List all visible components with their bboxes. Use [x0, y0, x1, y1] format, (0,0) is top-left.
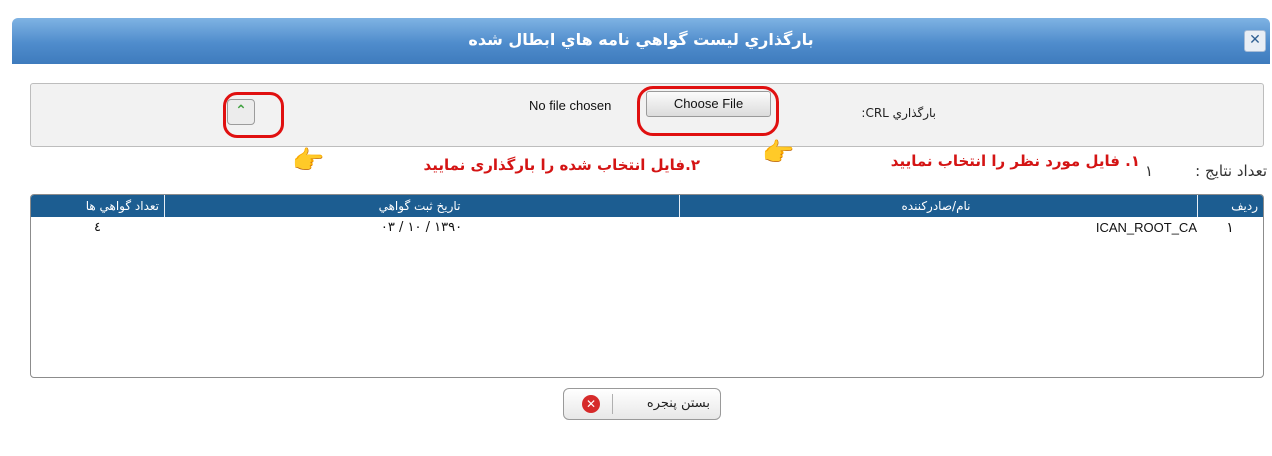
close-window-label: بستن پنجره: [646, 396, 710, 411]
dialog-titlebar[interactable]: بارگذاري ليست گواهي نامه هاي ابطال شده ✕: [12, 18, 1270, 64]
results-count-value: ١: [1144, 162, 1153, 180]
cell-index: ١: [1226, 220, 1234, 236]
highlight-choose-file: [637, 86, 779, 136]
column-header-date[interactable]: تاريخ ثبت گواهي: [164, 195, 679, 217]
column-header-count[interactable]: تعداد گواهي ها: [31, 195, 164, 217]
annotation-step-1: ۱. فایل مورد نظر را انتخاب نمایید: [890, 152, 1140, 170]
dialog: بارگذاري ليست گواهي نامه هاي ابطال شده ✕…: [0, 0, 1272, 456]
cell-date: ١٣٩٠ / ١٠ / ٠٣: [380, 220, 463, 235]
button-separator: [612, 394, 613, 414]
highlight-upload-button: [223, 92, 284, 138]
grid-header: رديف نام/صادرکننده تاريخ ثبت گواهي تعداد…: [31, 195, 1263, 217]
close-window-button[interactable]: بستن پنجره ✕: [563, 388, 721, 420]
table-row[interactable]: ١ ICAN_ROOT_CA ١٣٩٠ / ١٠ / ٠٣ ٤: [31, 217, 1263, 239]
dialog-title: بارگذاري ليست گواهي نامه هاي ابطال شده: [468, 30, 814, 49]
cell-count: ٤: [94, 220, 101, 235]
pointing-hand-icon: 👉: [762, 138, 795, 168]
results-count-label: تعداد نتايج :: [1195, 162, 1267, 180]
annotation-step-2: ۲.فایل انتخاب شده را بارگذاری نمایید: [423, 156, 700, 174]
column-header-row[interactable]: رديف: [1197, 195, 1263, 217]
crl-label: بارگذاري CRL:: [861, 106, 936, 120]
cell-issuer: ICAN_ROOT_CA: [1095, 220, 1197, 235]
column-header-issuer[interactable]: نام/صادرکننده: [679, 195, 1197, 217]
pointing-hand-icon: 👉: [292, 146, 325, 176]
close-icon[interactable]: ✕: [1244, 30, 1266, 52]
crl-grid: رديف نام/صادرکننده تاريخ ثبت گواهي تعداد…: [30, 194, 1264, 378]
close-circle-icon: ✕: [582, 395, 600, 413]
file-status: No file chosen: [529, 98, 612, 113]
